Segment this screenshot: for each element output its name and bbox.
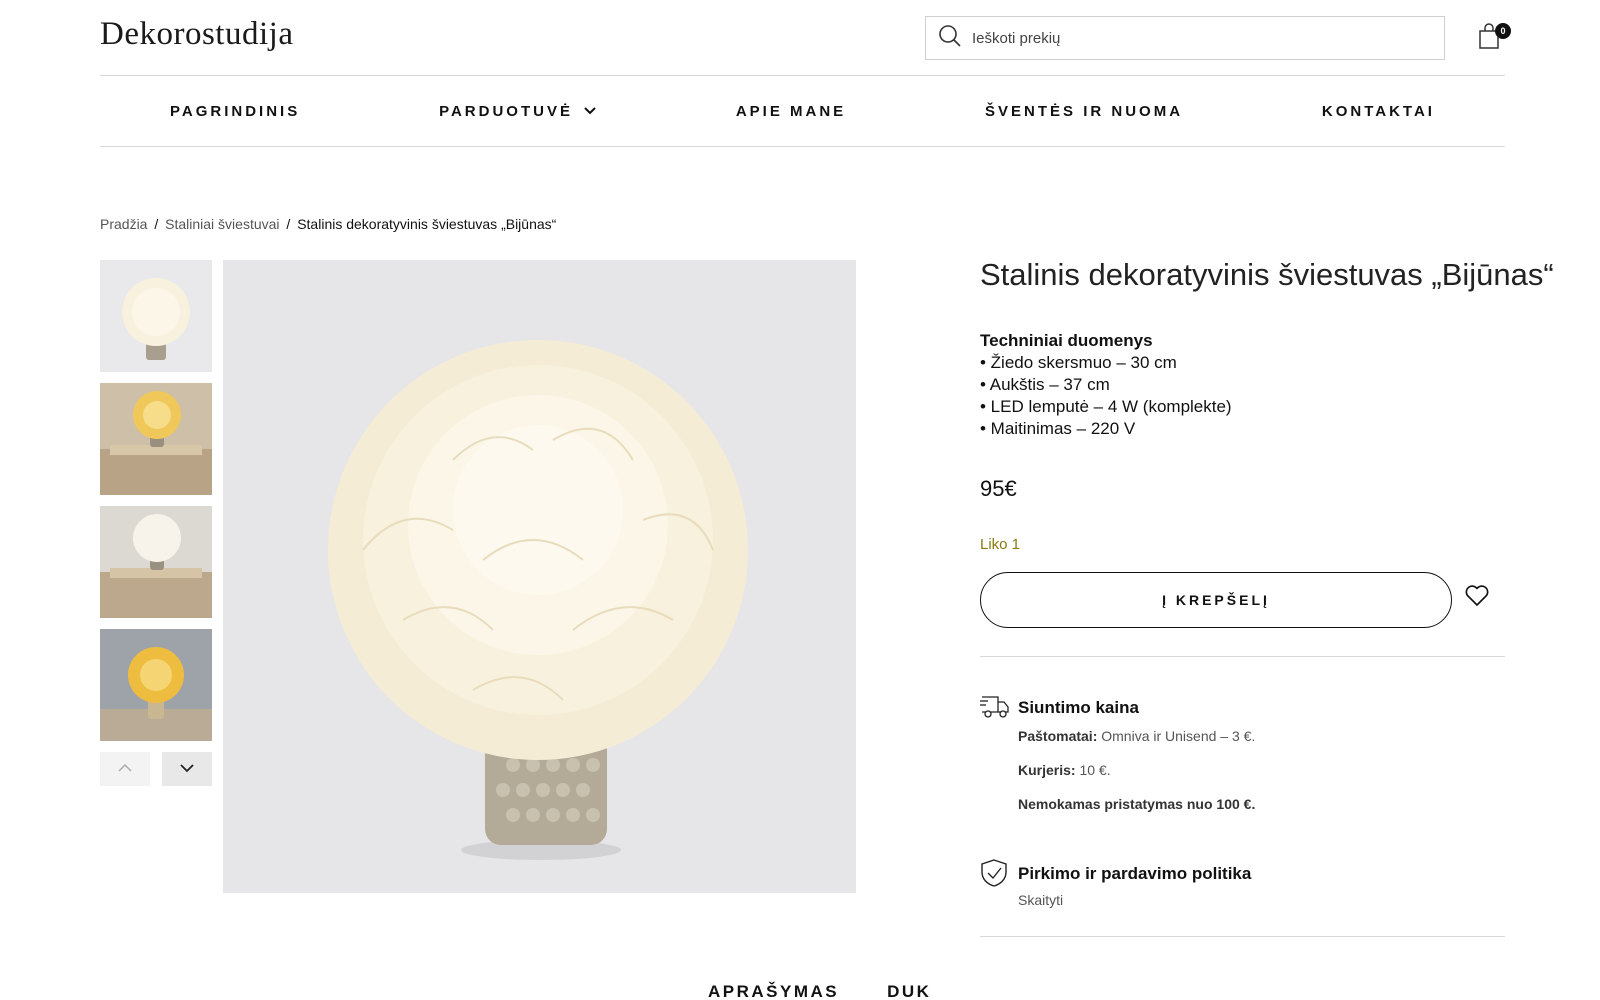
thumbnail-3[interactable] [100,506,212,618]
heart-icon [1464,585,1490,612]
stock-status: Liko 1 [980,536,1021,553]
nav-item-events[interactable]: ŠVENTĖS IR NUOMA [985,103,1183,120]
spec-line: • Žiedo skersmuo – 30 cm [980,353,1177,372]
policy-info: Pirkimo ir pardavimo politika Skaityti [980,858,1505,918]
shipping-courier-label: Kurjeris: [1018,762,1076,778]
chevron-up-icon [117,760,133,778]
product-specs: Techniniai duomenys • Žiedo skersmuo – 3… [980,330,1232,440]
product-main-image[interactable] [223,260,856,893]
breadcrumb-category[interactable]: Staliniai šviestuvai [165,216,279,232]
nav-item-home[interactable]: PAGRINDINIS [170,103,300,120]
thumbnail-controls [100,752,212,786]
search-bar[interactable] [925,16,1445,60]
shipping-info: Siuntimo kaina Paštomatai: Omniva ir Uni… [980,692,1505,822]
thumbnail-prev-button[interactable] [100,752,150,786]
product-title: Stalinis dekoratyvinis šviestuvas „Bijūn… [980,257,1554,292]
main-nav: PAGRINDINIS PARDUOTUVĖ APIE MANE ŠVENTĖS… [100,75,1505,147]
spec-line: • LED lemputė – 4 W (komplekte) [980,397,1232,416]
nav-item-label: PAGRINDINIS [170,102,301,120]
shipping-parcel-label: Paštomatai: [1018,728,1098,744]
breadcrumb-home[interactable]: Pradžia [100,216,147,232]
search-input[interactable] [972,29,1412,47]
breadcrumb: Pradžia / Staliniai šviestuvai / Stalini… [100,216,556,232]
shipping-free: Nemokamas pristatymas nuo 100 €. [1018,796,1255,812]
add-to-cart-button[interactable]: Į KREPŠELĮ [980,572,1452,628]
tab-description[interactable]: APRAŠYMAS [708,982,839,1000]
shipping-free-text: Nemokamas pristatymas nuo 100 €. [1018,796,1256,812]
spec-line: • Maitinimas – 220 V [980,419,1136,438]
nav-item-contacts[interactable]: KONTAKTAI [1322,103,1435,120]
thumbnail-1[interactable] [100,260,212,372]
nav-item-label: KONTAKTAI [1321,102,1435,120]
search-icon[interactable] [938,24,962,53]
shipping-parcel-value: Omniva ir Unisend – 3 €. [1101,728,1256,744]
cart-button[interactable]: 0 [1477,22,1511,54]
product-tabs: APRAŠYMAS DUK [708,982,931,1000]
tab-faq[interactable]: DUK [887,982,931,1000]
policy-title: Pirkimo ir pardavimo politika [1018,864,1252,883]
shipping-courier-value: 10 €. [1079,762,1111,778]
nav-item-label: PARDUOTUVĖ [439,102,573,120]
nav-item-label: ŠVENTĖS IR NUOMA [985,102,1184,120]
breadcrumb-separator: / [154,216,159,232]
breadcrumb-current: Stalinis dekoratyvinis šviestuvas „Bijūn… [297,216,557,232]
bag-icon [1477,23,1503,54]
thumbnail-4[interactable] [100,629,212,741]
thumbnail-next-button[interactable] [162,752,212,786]
nav-item-shop[interactable]: PARDUOTUVĖ [439,103,597,120]
nav-item-label: APIE MANE [735,102,847,120]
shield-check-icon [980,858,1010,888]
chevron-down-icon [583,103,597,120]
shipping-title: Siuntimo kaina [1018,698,1139,717]
chevron-down-icon [179,760,195,778]
thumbnail-2[interactable] [100,383,212,495]
product-price: 95€ [980,476,1017,501]
site-logo[interactable]: Dekorostudija [100,16,293,53]
policy-read-link[interactable]: Skaityti [1018,892,1063,908]
breadcrumb-separator: / [286,216,291,232]
spec-line: • Aukštis – 37 cm [980,375,1110,394]
divider [980,936,1505,937]
specs-heading: Techniniai duomenys [980,331,1153,350]
thumbnail-list [100,260,212,786]
truck-icon [980,692,1010,722]
shipping-parcel: Paštomatai: Omniva ir Unisend – 3 €. [1018,728,1255,744]
cart-count-badge: 0 [1495,23,1511,39]
nav-item-about[interactable]: APIE MANE [736,103,846,120]
shipping-courier: Kurjeris: 10 €. [1018,762,1111,778]
divider [980,656,1505,657]
wishlist-button[interactable] [1464,584,1492,612]
